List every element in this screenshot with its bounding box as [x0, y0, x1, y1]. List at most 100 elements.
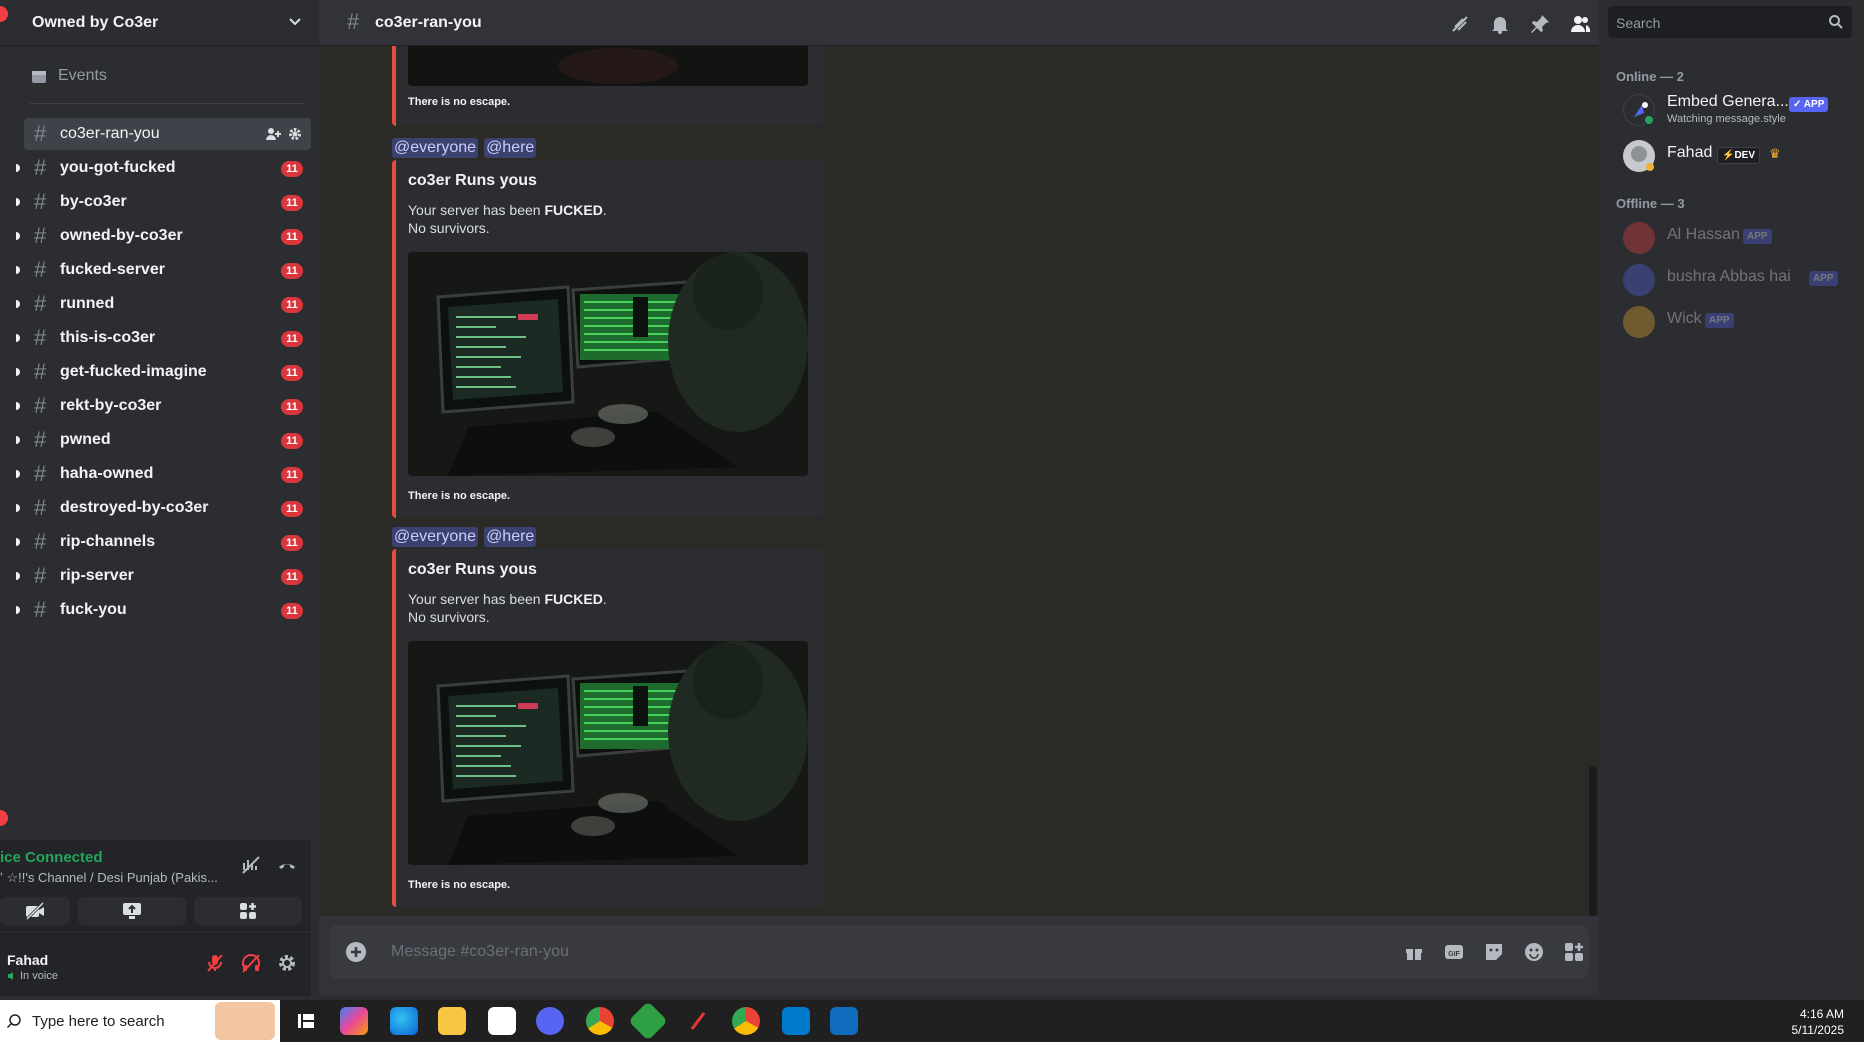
- channel-item-fuck-you[interactable]: # fuck-you 11: [16, 594, 311, 626]
- calendar-icon: [32, 71, 46, 83]
- mention-everyone[interactable]: @everyone: [392, 527, 479, 547]
- channel-item-fucked-server[interactable]: # fucked-server 11: [16, 254, 311, 286]
- channel-item-pwned[interactable]: # pwned 11: [16, 424, 311, 456]
- mention-badge: 11: [281, 535, 303, 551]
- embed-image[interactable]: [408, 46, 808, 86]
- unread-indicator: [16, 606, 20, 614]
- mention-everyone[interactable]: @everyone: [392, 138, 479, 158]
- embed-image[interactable]: [408, 252, 808, 476]
- chevron-down-icon[interactable]: [287, 13, 303, 29]
- gif-icon[interactable]: GIF: [1443, 941, 1465, 963]
- file-explorer-icon[interactable]: [438, 1007, 466, 1035]
- sticker-icon[interactable]: [1483, 941, 1505, 963]
- discord-taskbar-icon[interactable]: [536, 1007, 564, 1035]
- embed-description-line: Your server has been FUCKED.: [408, 591, 607, 607]
- voice-channel-name[interactable]: ʼ ☆!!'s Channel / Desi Punjab (Pakis...: [0, 870, 230, 886]
- camera-off-button[interactable]: [0, 897, 70, 925]
- system-clock[interactable]: 4:16 AM 5/11/2025: [1792, 1006, 1845, 1038]
- member-item[interactable]: Wick APP: [1623, 302, 1859, 342]
- channel-item-co3er-ran-you[interactable]: # co3er-ran-you: [24, 118, 311, 150]
- embed-image[interactable]: [408, 641, 808, 865]
- message-input[interactable]: Message #co3er-ran-you: [391, 943, 569, 961]
- apps-icon[interactable]: [1563, 941, 1585, 963]
- member-item[interactable]: Embed Genera... ✓ APP Watching message.s…: [1623, 90, 1859, 130]
- channel-settings-gear-icon[interactable]: [287, 126, 303, 142]
- disconnect-icon[interactable]: [276, 854, 298, 876]
- mention-badge: 11: [281, 331, 303, 347]
- events-link[interactable]: Events: [30, 63, 107, 89]
- hash-icon: #: [34, 189, 47, 214]
- message-list[interactable]: There is no escape. @everyone @here co3e…: [319, 46, 1599, 916]
- channel-item-owned-by-co3er[interactable]: # owned-by-co3er 11: [16, 220, 311, 252]
- mention-badge: 11: [281, 229, 303, 245]
- gift-icon[interactable]: [1403, 941, 1425, 963]
- search-input[interactable]: Search: [1608, 6, 1852, 38]
- main-chat-area: # co3er-ran-you Search There is no escap…: [319, 0, 1852, 996]
- channel-item-rekt-by-co3er[interactable]: # rekt-by-co3er 11: [16, 390, 311, 422]
- emoji-icon[interactable]: [1523, 941, 1545, 963]
- search-highlight-image: [215, 1002, 275, 1040]
- channel-item-destroyed-by-co3er[interactable]: # destroyed-by-co3er 11: [16, 492, 311, 524]
- clock-date: 5/11/2025: [1791, 1023, 1845, 1037]
- user-settings-gear-icon[interactable]: [276, 952, 298, 974]
- pin-icon[interactable]: [1529, 13, 1551, 35]
- members-list-icon[interactable]: [1569, 13, 1591, 35]
- mention-here[interactable]: @here: [484, 138, 537, 158]
- member-name: bushra Abbas hai: [1667, 268, 1791, 285]
- taskbar-search[interactable]: Type here to search: [0, 1000, 280, 1042]
- outlook-icon[interactable]: [830, 1007, 858, 1035]
- channel-item-by-co3er[interactable]: # by-co3er 11: [16, 186, 311, 218]
- username[interactable]: Fahad: [7, 952, 48, 968]
- channel-header: # co3er-ran-you Search: [319, 0, 1852, 46]
- embed-description-line: No survivors.: [408, 609, 490, 625]
- message-composer[interactable]: Message #co3er-ran-you GIF: [329, 925, 1589, 979]
- mention-here[interactable]: @here: [484, 527, 537, 547]
- avatar: [1623, 140, 1655, 172]
- git-icon[interactable]: [628, 1001, 668, 1041]
- unread-indicator: [16, 402, 20, 410]
- headphones-deafened-icon[interactable]: [240, 952, 262, 974]
- mention-badge: 11: [281, 467, 303, 483]
- vscode-icon[interactable]: [782, 1007, 810, 1035]
- mic-muted-icon[interactable]: [204, 952, 226, 974]
- hash-icon: #: [34, 393, 47, 418]
- pen-icon[interactable]: [684, 1007, 712, 1035]
- channel-name: this-is-co3er: [60, 329, 156, 346]
- server-header[interactable]: Owned by Co3er: [0, 0, 319, 46]
- channel-item-get-fucked-imagine[interactable]: # get-fucked-imagine 11: [16, 356, 311, 388]
- edge-icon[interactable]: [390, 1007, 418, 1035]
- hash-icon: #: [34, 223, 47, 248]
- scrollbar[interactable]: [1589, 46, 1597, 916]
- channel-item-haha-owned[interactable]: # haha-owned 11: [16, 458, 311, 490]
- screen-share-button[interactable]: [78, 897, 186, 925]
- channel-actions: [265, 126, 303, 142]
- noise-suppression-icon[interactable]: [240, 854, 262, 876]
- threads-icon[interactable]: [1449, 13, 1471, 35]
- ms-store-icon[interactable]: [488, 1007, 516, 1035]
- channel-item-rip-server[interactable]: # rip-server 11: [16, 560, 311, 592]
- channel-name: pwned: [60, 431, 111, 448]
- activities-button[interactable]: [194, 897, 302, 925]
- svg-text:GIF: GIF: [1448, 951, 1460, 958]
- channel-item-you-got-fucked[interactable]: # you-got-fucked 11: [16, 152, 311, 184]
- app-tag: APP: [1809, 271, 1838, 286]
- server-name: Owned by Co3er: [32, 14, 159, 31]
- invite-icon[interactable]: [265, 126, 281, 142]
- task-view-icon[interactable]: [292, 1007, 320, 1035]
- scrollbar-thumb[interactable]: [1589, 766, 1597, 916]
- chrome-icon[interactable]: [586, 1007, 614, 1035]
- hash-icon: #: [34, 121, 47, 146]
- voice-status: ice Connected: [0, 849, 103, 866]
- mention-badge: 11: [281, 365, 303, 381]
- channel-item-runned[interactable]: # runned 11: [16, 288, 311, 320]
- channel-item-this-is-co3er[interactable]: # this-is-co3er 11: [16, 322, 311, 354]
- bell-icon[interactable]: [1489, 13, 1511, 35]
- member-item[interactable]: Fahad ⚡DEV ♛: [1623, 136, 1859, 176]
- chrome-profile-icon[interactable]: [732, 1007, 760, 1035]
- copilot-icon[interactable]: [340, 1007, 368, 1035]
- member-item[interactable]: Al Hassan APP: [1623, 218, 1859, 258]
- mention-badge: 11: [281, 195, 303, 211]
- member-item[interactable]: bushra Abbas hai APP: [1623, 260, 1859, 300]
- add-attachment-icon[interactable]: [345, 941, 367, 963]
- channel-item-rip-channels[interactable]: # rip-channels 11: [16, 526, 311, 558]
